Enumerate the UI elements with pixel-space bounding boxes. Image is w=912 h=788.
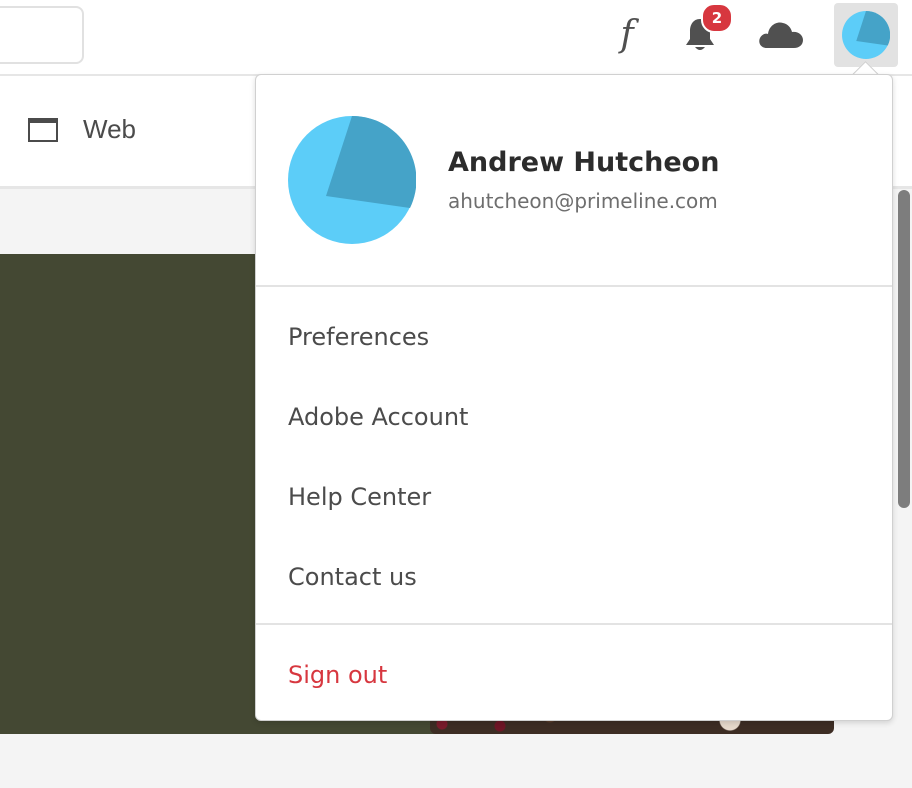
sign-out-button[interactable]: Sign out bbox=[288, 661, 387, 689]
scrollbar[interactable] bbox=[898, 190, 912, 788]
avatar bbox=[842, 11, 890, 59]
scrollbar-thumb[interactable] bbox=[898, 190, 910, 508]
menu-item-preferences[interactable]: Preferences bbox=[288, 323, 429, 351]
profile-header: Andrew Hutcheon ahutcheon@primeline.com bbox=[256, 75, 892, 285]
avatar-button[interactable] bbox=[834, 3, 898, 67]
user-email: ahutcheon@primeline.com bbox=[448, 189, 718, 213]
cloud-icon[interactable] bbox=[757, 18, 805, 50]
divider bbox=[256, 623, 892, 625]
account-menu: Andrew Hutcheon ahutcheon@primeline.com … bbox=[255, 74, 893, 721]
top-bar: f 2 bbox=[0, 0, 912, 76]
fonts-icon[interactable]: f bbox=[612, 12, 642, 58]
browser-window-icon bbox=[28, 118, 58, 142]
notification-badge: 2 bbox=[701, 3, 733, 33]
menu-item-help-center[interactable]: Help Center bbox=[288, 483, 431, 511]
menu-item-contact-us[interactable]: Contact us bbox=[288, 563, 417, 591]
menu-item-adobe-account[interactable]: Adobe Account bbox=[288, 403, 468, 431]
profile-avatar bbox=[288, 116, 416, 244]
search-input[interactable] bbox=[0, 6, 84, 64]
web-filter-label[interactable]: Web bbox=[83, 114, 136, 145]
divider bbox=[256, 285, 892, 287]
user-name: Andrew Hutcheon bbox=[448, 147, 720, 178]
